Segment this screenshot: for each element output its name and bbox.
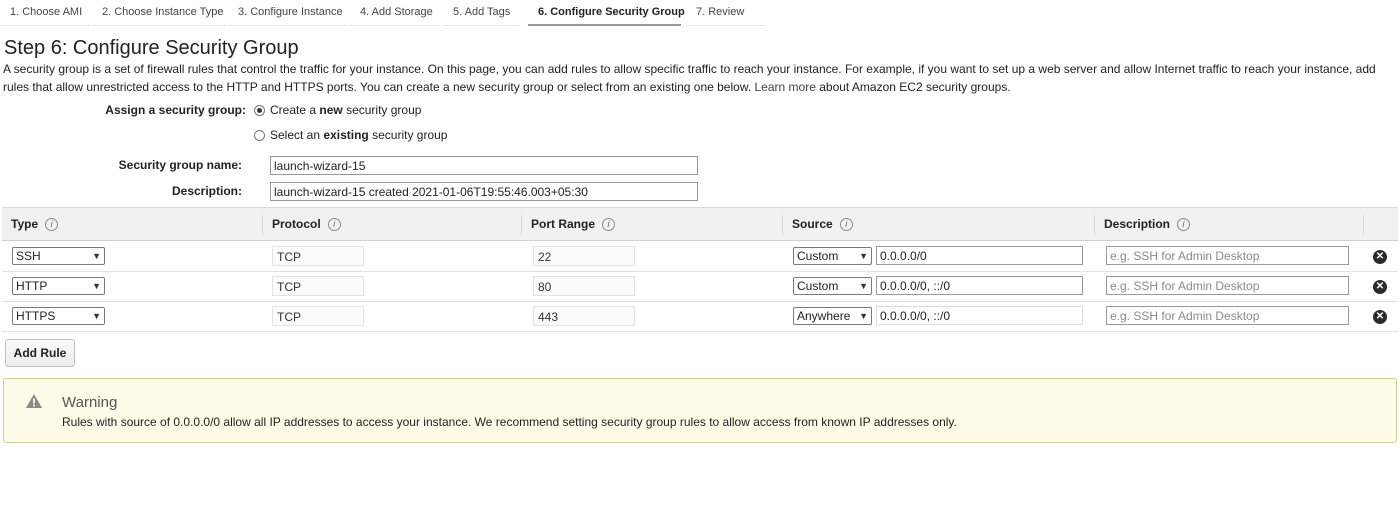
wizard-step-configure-security-group[interactable]: 6. Configure Security Group <box>528 0 685 26</box>
column-divider <box>782 215 783 235</box>
rule-source-select[interactable]: Custom ▼ <box>793 277 872 295</box>
page-title: Step 6: Configure Security Group <box>4 37 299 59</box>
rule-source-value: Anywhere <box>797 309 851 323</box>
radio-existing-prefix: Select an <box>270 128 321 142</box>
chevron-down-icon: ▼ <box>859 311 868 321</box>
intro-body: A security group is a set of firewall ru… <box>3 62 1376 94</box>
rules-table-header: Type i Protocol i Port Range i Source i … <box>2 207 1398 241</box>
chevron-down-icon: ▼ <box>92 311 101 321</box>
rule-protocol-field: TCP <box>272 246 364 266</box>
info-icon[interactable]: i <box>45 217 59 231</box>
warning-title: Warning <box>62 394 118 411</box>
radio-create-new-group[interactable]: Create a new security group <box>254 103 421 117</box>
rule-source-select[interactable]: Custom ▼ <box>793 247 872 265</box>
column-divider <box>1094 215 1095 235</box>
rule-type-select[interactable]: HTTPS ▼ <box>12 307 105 325</box>
wizard-step-choose-ami[interactable]: 1. Choose AMI <box>0 0 90 26</box>
group-description-label: Description: <box>171 184 242 198</box>
rule-type-value: HTTP <box>16 279 48 293</box>
column-label-description: Description <box>1104 217 1171 231</box>
radio-button-new[interactable] <box>254 104 265 116</box>
rule-cidr-input[interactable]: 0.0.0.0/0, ::/0 <box>876 306 1083 325</box>
column-header-type: Type i <box>11 217 59 231</box>
rule-description-input[interactable]: e.g. SSH for Admin Desktop <box>1106 276 1349 295</box>
warning-alert: Warning Rules with source of 0.0.0.0/0 a… <box>3 378 1397 443</box>
radio-existing-bold: existing <box>323 128 369 142</box>
radio-select-existing-group[interactable]: Select an existing security group <box>254 128 447 142</box>
wizard-steps: 1. Choose AMI 2. Choose Instance Type 3.… <box>0 0 1400 26</box>
rule-type-value: SSH <box>16 249 41 263</box>
security-group-name-label: Security group name: <box>118 158 242 172</box>
radio-button-existing[interactable] <box>254 129 265 141</box>
remove-rule-icon[interactable]: ✕ <box>1373 250 1387 264</box>
wizard-step-review[interactable]: 7. Review <box>686 0 765 26</box>
column-label-port-range: Port Range <box>531 217 596 231</box>
column-header-protocol: Protocol i <box>272 217 341 231</box>
rule-type-select[interactable]: SSH ▼ <box>12 247 105 265</box>
rule-source-value: Custom <box>797 279 839 293</box>
column-label-protocol: Protocol <box>272 217 321 231</box>
chevron-down-icon: ▼ <box>92 251 101 261</box>
column-divider <box>262 215 263 235</box>
chevron-down-icon: ▼ <box>859 251 868 261</box>
wizard-step-configure-instance[interactable]: 3. Configure Instance <box>228 0 347 26</box>
rule-description-input[interactable]: e.g. SSH for Admin Desktop <box>1106 306 1349 325</box>
intro-tail: about Amazon EC2 security groups. <box>819 80 1011 94</box>
wizard-step-add-tags[interactable]: 5. Add Tags <box>443 0 519 26</box>
intro-text: A security group is a set of firewall ru… <box>3 60 1397 96</box>
chevron-down-icon: ▼ <box>859 281 868 291</box>
info-icon[interactable]: i <box>327 217 341 231</box>
column-header-port-range: Port Range i <box>531 217 616 231</box>
column-label-source: Source <box>792 217 833 231</box>
rule-protocol-field: TCP <box>272 306 364 326</box>
rule-port-range-field: 22 <box>533 246 635 266</box>
rule-cidr-input[interactable]: 0.0.0.0/0 <box>876 246 1083 265</box>
column-header-source: Source i <box>792 217 853 231</box>
rule-protocol-field: TCP <box>272 276 364 296</box>
rule-port-range-field: 80 <box>533 276 635 296</box>
column-header-description: Description i <box>1104 217 1191 231</box>
assign-security-group-label: Assign a security group: <box>105 103 246 117</box>
table-row: SSH ▼ TCP 22 Custom ▼ 0.0.0.0/0 e.g. SSH… <box>2 241 1398 272</box>
remove-rule-icon[interactable]: ✕ <box>1373 310 1387 324</box>
info-icon[interactable]: i <box>839 217 853 231</box>
rule-port-range-field: 443 <box>533 306 635 326</box>
rule-cidr-input[interactable]: 0.0.0.0/0, ::/0 <box>876 276 1083 295</box>
remove-rule-icon[interactable]: ✕ <box>1373 280 1387 294</box>
column-divider <box>1363 215 1364 235</box>
info-icon[interactable]: i <box>602 217 616 231</box>
rule-source-select[interactable]: Anywhere ▼ <box>793 307 872 325</box>
radio-new-suffix: security group <box>346 103 422 117</box>
group-description-input[interactable] <box>270 182 698 201</box>
chevron-down-icon: ▼ <box>92 281 101 291</box>
table-row: HTTPS ▼ TCP 443 Anywhere ▼ 0.0.0.0/0, ::… <box>2 301 1398 332</box>
rule-description-input[interactable]: e.g. SSH for Admin Desktop <box>1106 246 1349 265</box>
radio-existing-suffix: security group <box>372 128 448 142</box>
learn-more-link[interactable]: Learn more <box>755 80 816 94</box>
rule-type-select[interactable]: HTTP ▼ <box>12 277 105 295</box>
info-icon[interactable]: i <box>1177 217 1191 231</box>
security-group-name-input[interactable] <box>270 156 698 175</box>
radio-new-prefix: Create a <box>270 103 317 117</box>
rule-type-value: HTTPS <box>16 309 56 323</box>
table-row: HTTP ▼ TCP 80 Custom ▼ 0.0.0.0/0, ::/0 e… <box>2 271 1398 302</box>
column-divider <box>521 215 522 235</box>
rule-source-value: Custom <box>797 249 839 263</box>
warning-triangle-icon <box>26 394 42 408</box>
wizard-step-choose-instance-type[interactable]: 2. Choose Instance Type <box>92 0 226 26</box>
radio-new-bold: new <box>319 103 343 117</box>
add-rule-button[interactable]: Add Rule <box>5 339 75 367</box>
warning-message: Rules with source of 0.0.0.0/0 allow all… <box>62 415 957 429</box>
column-label-type: Type <box>11 217 39 231</box>
wizard-step-add-storage[interactable]: 4. Add Storage <box>350 0 440 26</box>
